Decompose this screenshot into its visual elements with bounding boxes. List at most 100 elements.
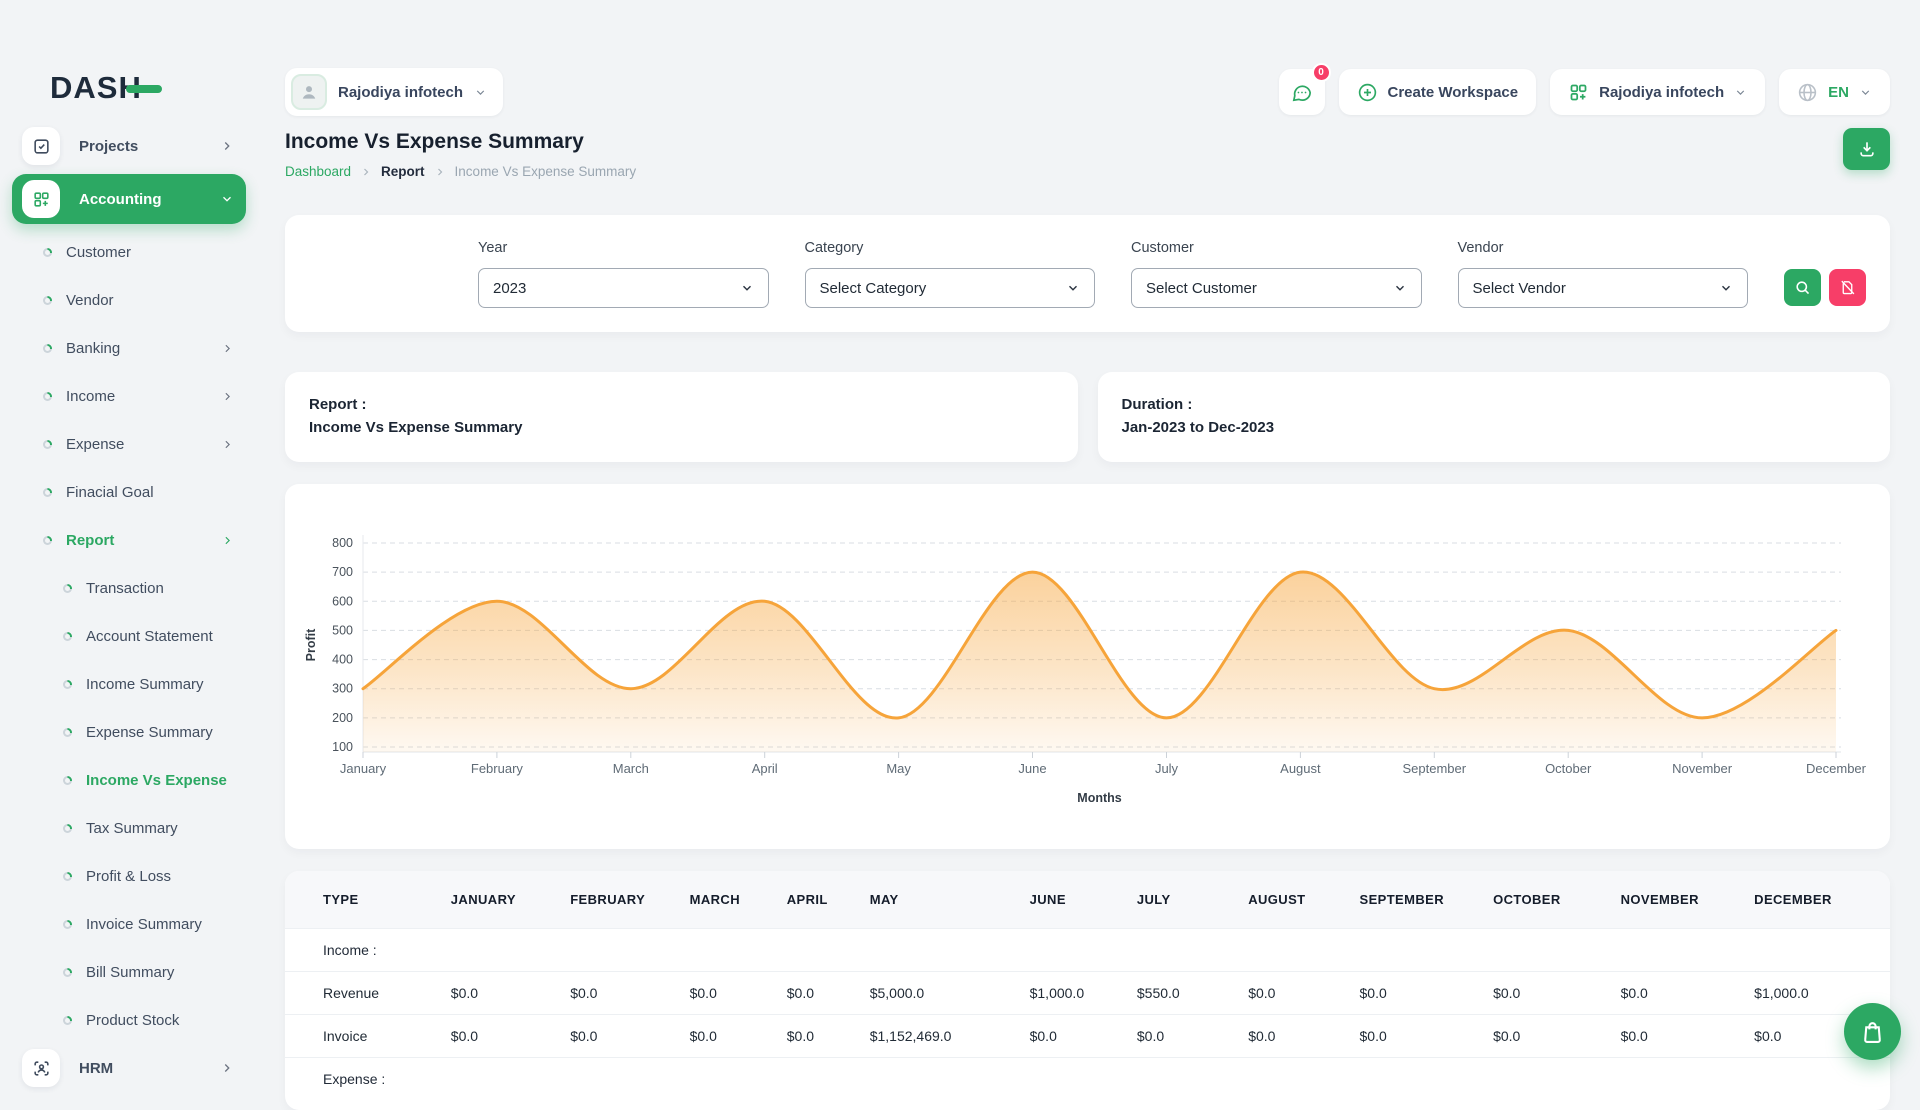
column-header-march: MARCH [676,871,773,929]
category-select[interactable]: Select Category [805,268,1096,308]
sidebar-item-profit-loss[interactable]: Profit & Loss [12,852,246,900]
table-row: Invoice$0.0$0.0$0.0$0.0$1,152,469.0$0.0$… [285,1015,1890,1058]
svg-text:April: April [752,761,778,776]
bullet-icon [63,776,72,785]
language-selector[interactable]: EN [1779,69,1890,115]
workspace-name: Rajodiya infotech [338,84,463,101]
brand-logo-dash [126,85,162,93]
sidebar-item-hrm[interactable]: HRM [12,1044,246,1092]
bullet-icon [63,728,72,737]
svg-text:200: 200 [332,711,353,725]
column-header-may: MAY [856,871,1016,929]
breadcrumb-report[interactable]: Report [381,164,425,179]
bullet-icon [43,344,52,353]
customer-select[interactable]: Select Customer [1131,268,1422,308]
filter-actions [1784,269,1866,306]
income-expense-chart: 100200300400500600700800 JanuaryFebruary… [301,500,1874,830]
category-value: Select Category [820,280,927,297]
svg-text:800: 800 [332,536,353,550]
sidebar-item-label: Customer [66,244,131,261]
table-cell: $0.0 [556,1015,675,1058]
messages-button[interactable]: 0 [1279,69,1325,115]
sidebar-item-invoice-summary[interactable]: Invoice Summary [12,900,246,948]
sidebar-item-banking[interactable]: Banking [12,324,246,372]
apply-filter-button[interactable] [1784,269,1821,306]
chevron-down-icon [740,281,754,295]
sidebar-item-product-stock[interactable]: Product Stock [12,996,246,1044]
sidebar-item-income-vs-expense[interactable]: Income Vs Expense [12,756,246,804]
reset-filter-button[interactable] [1829,269,1866,306]
bullet-icon [63,1016,72,1025]
year-value: 2023 [493,280,526,297]
chevron-right-icon [360,166,372,178]
sidebar-item-income[interactable]: Income [12,372,246,420]
svg-text:September: September [1403,761,1467,776]
breadcrumb-current: Income Vs Expense Summary [455,164,637,179]
grid-plus-icon [22,180,60,218]
table-cell: $0.0 [1234,1015,1345,1058]
sidebar-item-label: Income Vs Expense [86,772,227,789]
sidebar-item-label: Expense [66,436,124,453]
sidebar-item-projects[interactable]: Projects [12,122,246,170]
download-button[interactable] [1843,128,1890,170]
bullet-icon [43,440,52,449]
chevron-down-icon [474,86,487,99]
svg-text:100: 100 [332,740,353,754]
sidebar-item-report[interactable]: Report [12,516,246,564]
sidebar-item-bill-summary[interactable]: Bill Summary [12,948,246,996]
filter-customer: Customer Select Customer [1131,240,1422,308]
create-workspace-button[interactable]: Create Workspace [1339,69,1537,115]
year-select[interactable]: 2023 [478,268,769,308]
sidebar: DASH Projects Accounting Customer Vendor… [0,0,258,1080]
sidebar-item-account-statement[interactable]: Account Statement [12,612,246,660]
chevron-right-icon [434,166,446,178]
column-header-january: JANUARY [437,871,556,929]
table-cell: $0.0 [437,1015,556,1058]
vendor-select[interactable]: Select Vendor [1458,268,1749,308]
table-cell: $0.0 [676,1015,773,1058]
table-section-row: Income : [285,929,1890,972]
table-cell: $0.0 [1479,972,1607,1015]
svg-text:August: August [1280,761,1321,776]
area-chart-svg: 100200300400500600700800 JanuaryFebruary… [301,500,1874,830]
table-cell: $0.0 [1607,972,1741,1015]
table-cell: $1,152,469.0 [856,1015,1016,1058]
account-menu[interactable]: Rajodiya infotech [1550,69,1765,115]
table-cell: $0.0 [773,1015,856,1058]
filter-category: Category Select Category [805,240,1096,308]
create-workspace-label: Create Workspace [1388,84,1519,101]
sidebar-item-expense[interactable]: Expense [12,420,246,468]
sidebar-item-customer[interactable]: Customer [12,228,246,276]
sidebar-item-expense-summary[interactable]: Expense Summary [12,708,246,756]
topbar: Rajodiya infotech 0 Create Workspace Raj… [285,68,1890,116]
sidebar-item-financial-goal[interactable]: Finacial Goal [12,468,246,516]
svg-text:October: October [1545,761,1592,776]
sidebar-item-accounting[interactable]: Accounting [12,174,246,224]
bullet-icon [43,536,52,545]
account-name: Rajodiya infotech [1599,84,1724,101]
column-header-type: TYPE [285,871,437,929]
bullet-icon [63,824,72,833]
report-card-value: Income Vs Expense Summary [309,416,1054,439]
section-label: Income : [285,929,1890,972]
sidebar-item-vendor[interactable]: Vendor [12,276,246,324]
column-header-november: NOVEMBER [1607,871,1741,929]
sidebar-item-income-summary[interactable]: Income Summary [12,660,246,708]
income-expense-chart-card: 100200300400500600700800 JanuaryFebruary… [285,484,1890,849]
user-scan-icon [22,1049,60,1087]
column-header-june: JUNE [1016,871,1123,929]
chevron-down-icon [1734,86,1747,99]
sidebar-item-label: Tax Summary [86,820,178,837]
workspace-selector[interactable]: Rajodiya infotech [285,68,503,116]
table-cell: $550.0 [1123,972,1234,1015]
table-cell: $0.0 [1234,972,1345,1015]
sidebar-item-label: Report [66,532,114,549]
sidebar-item-label: Transaction [86,580,164,597]
shop-fab-button[interactable] [1844,1003,1901,1060]
bullet-icon [43,296,52,305]
svg-text:Profit: Profit [304,628,318,661]
sidebar-item-transaction[interactable]: Transaction [12,564,246,612]
brand-logo: DASH [50,70,246,106]
breadcrumb-dashboard[interactable]: Dashboard [285,164,351,179]
sidebar-item-tax-summary[interactable]: Tax Summary [12,804,246,852]
